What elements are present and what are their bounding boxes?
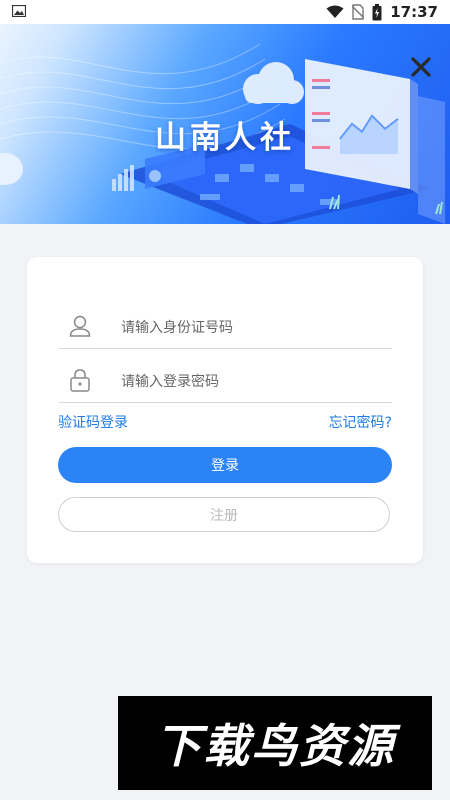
watermark-logo: 下载鸟资源: [118, 696, 432, 790]
forgot-password-link[interactable]: 忘记密码?: [329, 412, 392, 432]
no-sim-icon: [352, 4, 365, 20]
user-icon: [69, 315, 91, 337]
lock-icon: [70, 369, 90, 392]
status-time: 17:37: [390, 3, 438, 21]
login-card: 验证码登录 忘记密码? 登录 注册: [27, 257, 423, 563]
header-banner: 山南人社: [0, 24, 450, 224]
wifi-icon: [326, 5, 344, 18]
battery-icon: [372, 3, 382, 20]
image-icon: [12, 5, 26, 17]
password-input[interactable]: [119, 366, 383, 398]
register-button[interactable]: 注册: [58, 497, 390, 532]
watermark-text: 下载鸟资源: [155, 719, 395, 773]
app-title: 山南人社: [155, 120, 295, 156]
login-button[interactable]: 登录: [58, 447, 392, 483]
sms-code-login-link[interactable]: 验证码登录: [58, 412, 128, 432]
id-number-input[interactable]: [119, 312, 383, 344]
id-number-field[interactable]: [59, 304, 392, 349]
password-field[interactable]: [59, 358, 392, 403]
close-icon[interactable]: [408, 54, 434, 80]
status-bar: 17:37: [0, 0, 450, 24]
